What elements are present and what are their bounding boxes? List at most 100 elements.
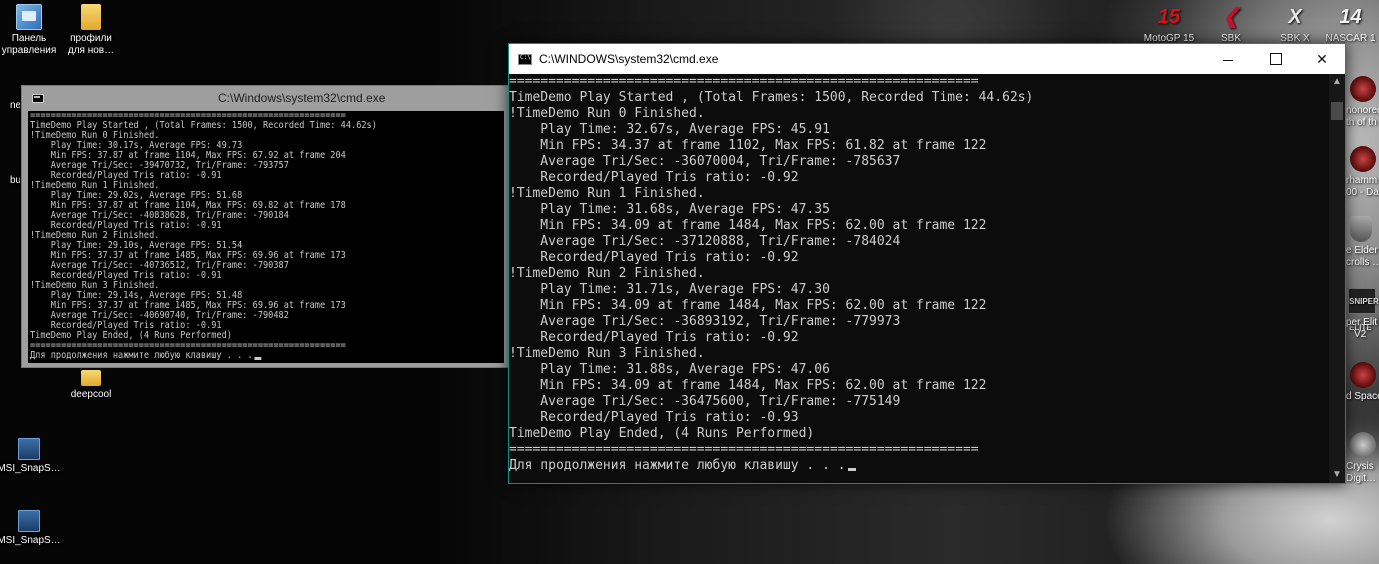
console-line-text: Average Tri/Sec: -36475600, Tri/Frame: -… (509, 394, 901, 409)
desktop-icon-label: Crysis (1346, 461, 1374, 472)
console-line-text: !TimeDemo Run 2 Finished. (509, 266, 705, 281)
console-line-text: Play Time: 31.68s, Average FPS: 47.35 (509, 202, 830, 217)
console-line: Average Tri/Sec: -36475600, Tri/Frame: -… (509, 394, 1329, 410)
console-line-text: Play Time: 31.71s, Average FPS: 47.30 (509, 282, 830, 297)
desktop-icon-label: per Elit (1346, 317, 1378, 328)
console-line-text: Recorded/Played Tris ratio: -0.93 (509, 410, 799, 425)
console-line: !TimeDemo Run 2 Finished. (509, 266, 1329, 282)
desktop-icon-motogp[interactable]: 15 MotoGP 15 (1134, 4, 1204, 45)
crysis-icon (1350, 432, 1376, 458)
scroll-down-arrow-icon[interactable]: ▼ (1329, 467, 1345, 483)
console-line: ========================================… (509, 74, 1329, 90)
console-line-text: Min FPS: 34.09 at frame 1484, Max FPS: 6… (509, 298, 987, 313)
app-icon (18, 510, 40, 532)
desktop-icon-right-3[interactable]: e Elder crolls … (1346, 216, 1379, 269)
desktop-icon-right-2[interactable]: rhamm 00 - Da (1346, 146, 1379, 199)
console-line: ========================================… (509, 442, 1329, 458)
console-line-text: Average Tri/Sec: -37120888, Tri/Frame: -… (509, 234, 901, 249)
desktop-icon-label: 00 - Da (1346, 187, 1379, 198)
desktop-icon-label: Digit… (1346, 473, 1377, 484)
desktop-icon-right-6[interactable]: Crysis Digit… (1346, 432, 1379, 485)
console-line: Average Tri/Sec: -37120888, Tri/Frame: -… (509, 234, 1329, 250)
console-line: Для продолжения нажмите любую клавишу . … (30, 351, 438, 361)
nascar-icon: 14 (1339, 6, 1362, 28)
desktop-icon-msi-snapshot-2[interactable]: MSI_SnapS… (0, 510, 64, 547)
desktop-icon-label: Панель управления (1, 33, 57, 56)
desktop-icon-label: MSI_SnapS… (0, 535, 61, 546)
console-line-text: Min FPS: 34.09 at frame 1484, Max FPS: 6… (509, 378, 987, 393)
desktop-icon-sbk[interactable]: ❮ SBK (1196, 4, 1266, 45)
console-line-text: Average Tri/Sec: -36070004, Tri/Frame: -… (509, 154, 901, 169)
console-output[interactable]: ========================================… (28, 111, 504, 363)
desktop-icon-nascar[interactable]: 14 NASCAR 1 (1322, 4, 1379, 45)
text-cursor (847, 468, 856, 471)
desktop-icon-profiles-folder[interactable]: профили для нов… (56, 4, 126, 57)
console-line-text: Min FPS: 34.37 at frame 1102, Max FPS: 6… (509, 138, 987, 153)
desktop-icon-msi-snapshot-1[interactable]: MSI_SnapS… (0, 438, 64, 475)
console-line-text: !TimeDemo Run 1 Finished. (509, 186, 705, 201)
console-line-text: Recorded/Played Tris ratio: -0.92 (509, 330, 799, 345)
cmd-icon (518, 54, 532, 65)
console-line-text: !TimeDemo Run 3 Finished. (509, 346, 705, 361)
control-panel-icon (16, 4, 42, 30)
desktop-icon-label: deepcool (70, 389, 112, 400)
scroll-up-arrow-icon[interactable]: ▲ (1329, 74, 1345, 90)
desktop-icon-label: d Space (1346, 391, 1379, 402)
desktop-icon-sbk-x[interactable]: X SBK X (1260, 4, 1330, 45)
window-title: C:\WINDOWS\system32\cmd.exe (539, 52, 719, 66)
cmd-window-foreground[interactable]: C:\WINDOWS\system32\cmd.exe ✕ ==========… (508, 43, 1346, 484)
window-titlebar[interactable]: C:\Windows\system32\cmd.exe (22, 86, 508, 110)
desktop-icon-label: e Elder (1346, 245, 1378, 256)
close-button[interactable]: ✕ (1299, 44, 1345, 74)
console-line: Min FPS: 34.37 at frame 1102, Max FPS: 6… (509, 138, 1329, 154)
desktop-icon-partial-bu[interactable]: bu (0, 175, 20, 187)
console-line-text: TimeDemo Play Ended, (4 Runs Performed) (509, 426, 815, 441)
console-output[interactable]: ========================================… (509, 74, 1329, 483)
console-line: TimeDemo Play Ended, (4 Runs Performed) (509, 426, 1329, 442)
desktop-icon-control-panel[interactable]: Панель управления (0, 4, 64, 57)
window-titlebar[interactable]: C:\WINDOWS\system32\cmd.exe ✕ (509, 44, 1345, 74)
desktop-icon-right-4[interactable]: SNIPER ELITE per Elit V2 (1346, 288, 1379, 341)
desktop-icon-label: nonored (1346, 105, 1379, 116)
minimize-button[interactable] (1205, 44, 1251, 74)
desktop-icon-right-5[interactable]: d Space (1346, 362, 1379, 403)
sbk-icon: ❮ (1222, 6, 1240, 28)
console-line: !TimeDemo Run 3 Finished. (509, 346, 1329, 362)
folder-icon (81, 370, 101, 386)
skyrim-icon (1350, 216, 1372, 242)
desktop-icon-label: crolls … (1346, 257, 1379, 268)
scrollbar-thumb[interactable] (1331, 102, 1343, 120)
console-line: Для продолжения нажмите любую клавишу . … (509, 458, 1329, 474)
game-icon (1350, 76, 1376, 102)
cmd-icon (32, 94, 44, 103)
dead-space-icon (1350, 362, 1376, 388)
console-line-text: Play Time: 32.67s, Average FPS: 45.91 (509, 122, 830, 137)
console-line: Play Time: 31.68s, Average FPS: 47.35 (509, 202, 1329, 218)
console-line-text: Recorded/Played Tris ratio: -0.92 (509, 170, 799, 185)
sniper-elite-icon: SNIPER ELITE (1348, 288, 1379, 332)
maximize-button[interactable] (1253, 44, 1299, 74)
console-line: TimeDemo Play Started , (Total Frames: 1… (509, 90, 1329, 106)
console-line-text: Для продолжения нажмите любую клавишу . … (509, 458, 846, 473)
folder-icon (81, 4, 101, 30)
console-line: !TimeDemo Run 1 Finished. (509, 186, 1329, 202)
sbk-x-icon: X (1288, 6, 1302, 28)
cmd-window-background[interactable]: C:\Windows\system32\cmd.exe ============… (21, 85, 509, 368)
console-line: Recorded/Played Tris ratio: -0.92 (509, 170, 1329, 186)
desktop-icon-label: ne (10, 100, 20, 111)
console-line-text: ========================================… (509, 74, 979, 89)
console-line-text: ========================================… (509, 442, 979, 457)
vertical-scrollbar[interactable]: ▲ ▼ (1329, 74, 1345, 483)
desktop-icon-right-1[interactable]: nonored th of th (1346, 76, 1379, 129)
console-line-text: Min FPS: 34.09 at frame 1484, Max FPS: 6… (509, 218, 987, 233)
desktop-icon-partial-ne[interactable]: ne (0, 100, 20, 112)
desktop-icon-label: профили для нов… (67, 33, 115, 56)
console-line: Recorded/Played Tris ratio: -0.93 (509, 410, 1329, 426)
window-title: C:\Windows\system32\cmd.exe (218, 91, 386, 105)
console-line-text: Для продолжения нажмите любую клавишу . … (30, 350, 253, 361)
desktop-icon-label: bu (10, 175, 20, 186)
desktop-icon-label: th of th (1346, 117, 1377, 128)
app-icon (18, 438, 40, 460)
desktop-icon-deepcool-folder[interactable]: deepcool (56, 370, 126, 401)
console-line: Play Time: 32.67s, Average FPS: 45.91 (509, 122, 1329, 138)
